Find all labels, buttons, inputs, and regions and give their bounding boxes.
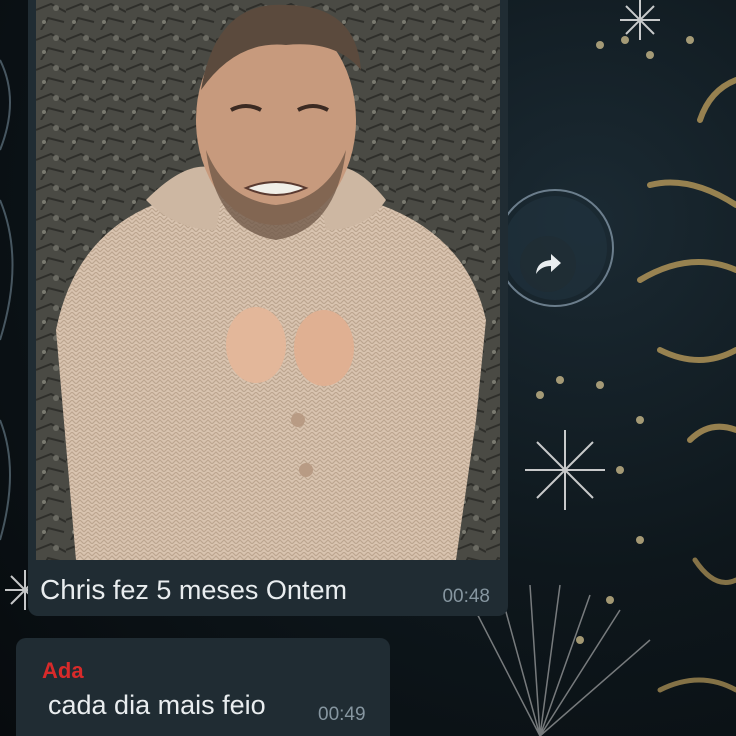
message-timestamp: 00:48 [442,586,490,607]
caption-name: Chris [40,574,106,605]
text-message-bubble[interactable]: Ada cada dia mais feio 00:49 [16,638,390,736]
forward-arrow-icon [536,254,561,274]
sender-name[interactable]: Ada [42,658,84,684]
message-photo[interactable] [36,0,500,560]
forward-button[interactable] [520,236,576,292]
photo-illustration [36,0,500,560]
image-caption-row: Chris fez 5 meses Ontem 00:48 [40,566,494,610]
message-timestamp: 00:49 [318,704,366,725]
caption-rest: fez 5 meses Ontem [112,575,347,605]
image-caption: Chris fez 5 meses Ontem [40,574,347,606]
message-text: cada dia mais feio [48,690,266,720]
image-message-bubble[interactable]: Chris fez 5 meses Ontem 00:48 [28,0,508,616]
